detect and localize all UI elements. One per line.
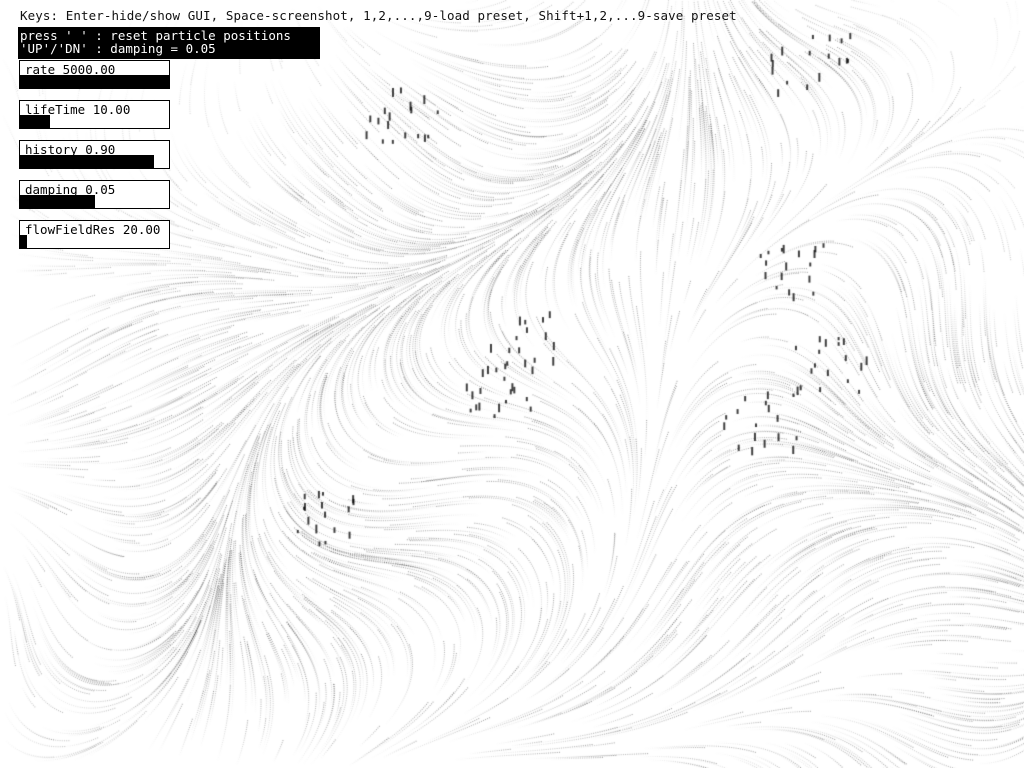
lifetime-slider[interactable]: lifeTime 10.00 (19, 100, 170, 129)
app-window[interactable]: Keys: Enter-hide/show GUI, Space-screens… (0, 0, 1024, 768)
flowfieldres-slider-fill (20, 235, 28, 248)
rate-slider-track[interactable] (20, 75, 169, 88)
history-slider[interactable]: history 0.90 (19, 140, 170, 169)
flowfieldres-slider-track[interactable] (20, 235, 169, 248)
history-slider-fill (20, 155, 155, 168)
info-line-damping: 'UP'/'DN' : damping = 0.05 (20, 41, 216, 56)
lifetime-slider-fill (20, 115, 50, 128)
rate-slider-fill (20, 75, 169, 88)
damping-slider[interactable]: damping 0.05 (19, 180, 170, 209)
info-panel: press ' ' : reset particle positions 'UP… (18, 27, 320, 59)
keys-help-text: Keys: Enter-hide/show GUI, Space-screens… (20, 8, 737, 23)
flowfieldres-slider[interactable]: flowFieldRes 20.00 (19, 220, 170, 249)
damping-slider-track[interactable] (20, 195, 169, 208)
rate-slider[interactable]: rate 5000.00 (19, 60, 170, 89)
damping-slider-fill (20, 195, 95, 208)
history-slider-track[interactable] (20, 155, 169, 168)
lifetime-slider-track[interactable] (20, 115, 169, 128)
